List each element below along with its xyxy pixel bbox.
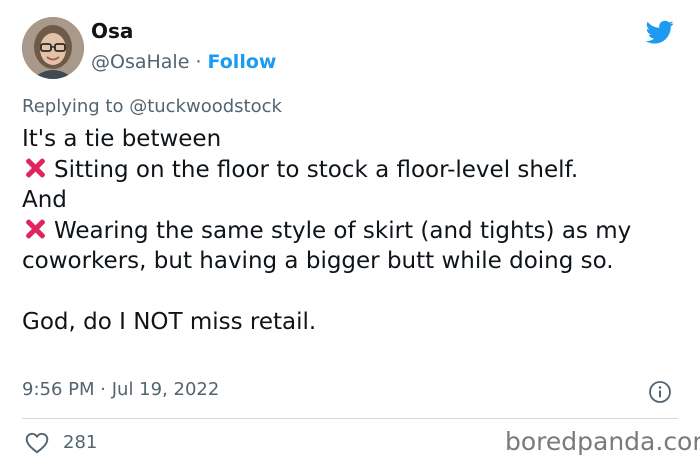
author-name[interactable]: Osa xyxy=(91,19,133,43)
tweet-timestamp[interactable]: 9:56 PM · Jul 19, 2022 xyxy=(22,379,219,400)
author-handle[interactable]: @OsaHale xyxy=(91,51,189,73)
tweet-card: Osa @OsaHale · Follow Replying to @tuckw… xyxy=(0,0,700,471)
reply-mention-link[interactable]: @tuckwoodstock xyxy=(129,96,282,117)
avatar[interactable] xyxy=(22,17,84,79)
follow-button[interactable]: Follow xyxy=(208,51,277,73)
like-count: 281 xyxy=(63,432,98,453)
tweet-line-intro: It's a tie between xyxy=(22,126,222,152)
tweet-text: It's a tie between Sitting on the floor … xyxy=(22,124,672,338)
tweet-item-2: Wearing the same style of skirt (and tig… xyxy=(22,216,672,277)
author-handle-row: @OsaHale · Follow xyxy=(91,51,276,73)
timestamp-separator: · xyxy=(100,379,106,400)
replying-prefix: Replying to xyxy=(22,96,124,117)
avatar-photo xyxy=(22,17,84,79)
divider xyxy=(22,418,678,419)
replying-to: Replying to @tuckwoodstock xyxy=(22,96,282,117)
info-icon[interactable] xyxy=(648,380,672,404)
twitter-bird-icon[interactable] xyxy=(644,18,676,46)
handle-separator: · xyxy=(195,51,202,73)
tweet-item-1: Sitting on the floor to stock a floor-le… xyxy=(22,155,672,186)
tweet-line-and: And xyxy=(22,187,67,213)
cross-mark-icon xyxy=(22,155,48,181)
tweet-item-1-text: Sitting on the floor to stock a floor-le… xyxy=(54,156,579,183)
tweet-date: Jul 19, 2022 xyxy=(111,379,220,400)
tweet-line-closing: God, do I NOT miss retail. xyxy=(22,309,317,335)
heart-icon[interactable] xyxy=(24,430,50,456)
tweet-time: 9:56 PM xyxy=(22,379,95,400)
cross-mark-icon xyxy=(22,216,48,242)
watermark: boredpanda.com xyxy=(505,427,700,456)
tweet-item-2-text: Wearing the same style of skirt (and tig… xyxy=(22,217,632,275)
